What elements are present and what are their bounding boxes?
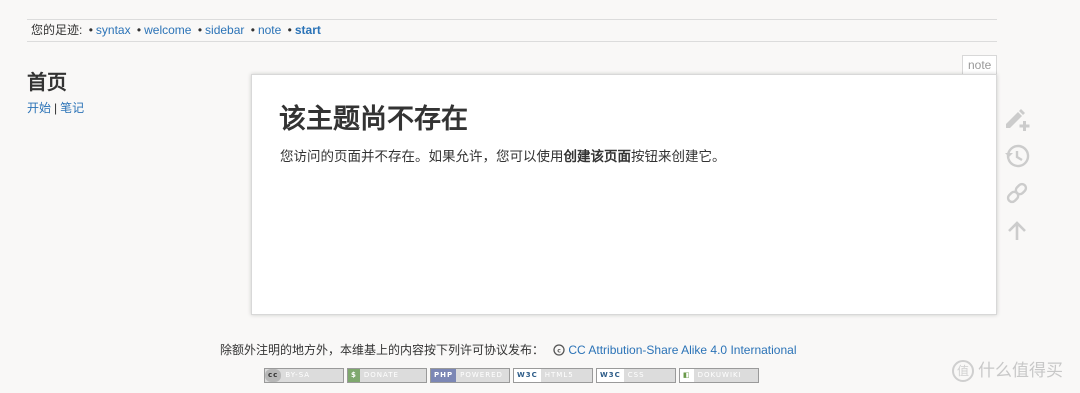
backlinks-icon[interactable] <box>1002 178 1032 208</box>
badge-right: DOKUWIKI <box>697 371 742 379</box>
badge-left: cc <box>265 369 282 382</box>
badge-left: W3C <box>597 369 624 382</box>
badge-right: DONATE <box>363 371 399 379</box>
sidebar-link-start[interactable]: 开始 <box>27 101 51 115</box>
page-message-bold: 创建该页面 <box>563 149 632 165</box>
badge-html5[interactable]: W3C HTML5 <box>513 368 593 383</box>
breadcrumb-separator: • <box>136 23 142 37</box>
badge-left: $ <box>348 369 360 382</box>
badge-dokuwiki[interactable]: ◧ DOKUWIKI <box>679 368 759 383</box>
license-info: 除额外注明的地方外，本维基上的内容按下列许可协议发布： c CC Attribut… <box>220 341 797 358</box>
page-message: 您访问的页面并不存在。如果允许，您可以使用创建该页面按钮来创建它。 <box>280 145 726 165</box>
badge-donate[interactable]: $ DONATE <box>347 368 427 383</box>
badge-left: PHP <box>431 369 457 382</box>
old-revisions-icon[interactable] <box>1002 141 1032 171</box>
watermark-logo: 值 <box>952 360 974 382</box>
breadcrumb-link-syntax[interactable]: syntax <box>96 23 131 37</box>
breadcrumb-separator: • <box>197 23 203 37</box>
badge-php[interactable]: PHP POWERED <box>430 368 510 383</box>
breadcrumb-separator: • <box>250 23 255 37</box>
breadcrumb-current-start[interactable]: start <box>295 23 321 37</box>
breadcrumb-link-note[interactable]: note <box>258 23 281 37</box>
badge-right: HTML5 <box>544 371 574 379</box>
badge-left: ◧ <box>680 369 694 382</box>
breadcrumb-link-sidebar[interactable]: sidebar <box>205 23 244 37</box>
badge-css[interactable]: W3C CSS <box>596 368 676 383</box>
sidebar: 首页 开始 | 笔记 <box>27 68 227 116</box>
page-content: 该主题尚不存在 您访问的页面并不存在。如果允许，您可以使用创建该页面按钮来创建它… <box>251 74 997 315</box>
page-message-after: 按钮来创建它。 <box>631 149 726 165</box>
sidebar-links: 开始 | 笔记 <box>27 99 227 116</box>
breadcrumb-link-welcome[interactable]: welcome <box>144 23 191 37</box>
breadcrumb: 您的足迹: • syntax • welcome • sidebar • note • s… <box>27 19 997 42</box>
cc-icon: c <box>553 344 566 356</box>
watermark-text: 什么值得买 <box>978 361 1063 380</box>
back-to-top-icon[interactable] <box>1002 216 1032 246</box>
badge-right: POWERED <box>460 371 503 379</box>
svg-text:c: c <box>558 348 562 355</box>
breadcrumb-separator: • <box>88 23 93 37</box>
badge-right: BY-SA <box>285 371 311 379</box>
page-id-tab: note <box>962 55 998 75</box>
license-link[interactable]: c CC Attribution-Share Alike 4.0 Internat… <box>553 343 797 357</box>
page-heading: 该主题尚不存在 <box>279 104 468 135</box>
sidebar-link-notes[interactable]: 笔记 <box>60 101 84 115</box>
badge-right: CSS <box>627 371 645 379</box>
page-message-before: 您访问的页面并不存在。如果允许，您可以使用 <box>280 149 564 165</box>
create-page-icon[interactable] <box>1002 104 1032 134</box>
badge-cc-by-sa[interactable]: cc BY-SA <box>264 368 344 383</box>
sidebar-title: 首页 <box>27 70 67 94</box>
license-link-text: CC Attribution-Share Alike 4.0 Internati… <box>568 343 797 357</box>
license-text: 除额外注明的地方外，本维基上的内容按下列许可协议发布： <box>220 343 545 357</box>
breadcrumb-separator: • <box>287 23 292 37</box>
sidebar-link-divider: | <box>54 101 58 115</box>
breadcrumb-label: 您的足迹: <box>31 23 83 37</box>
watermark: 值什么值得买 <box>952 356 1063 382</box>
badge-left: W3C <box>514 369 541 382</box>
